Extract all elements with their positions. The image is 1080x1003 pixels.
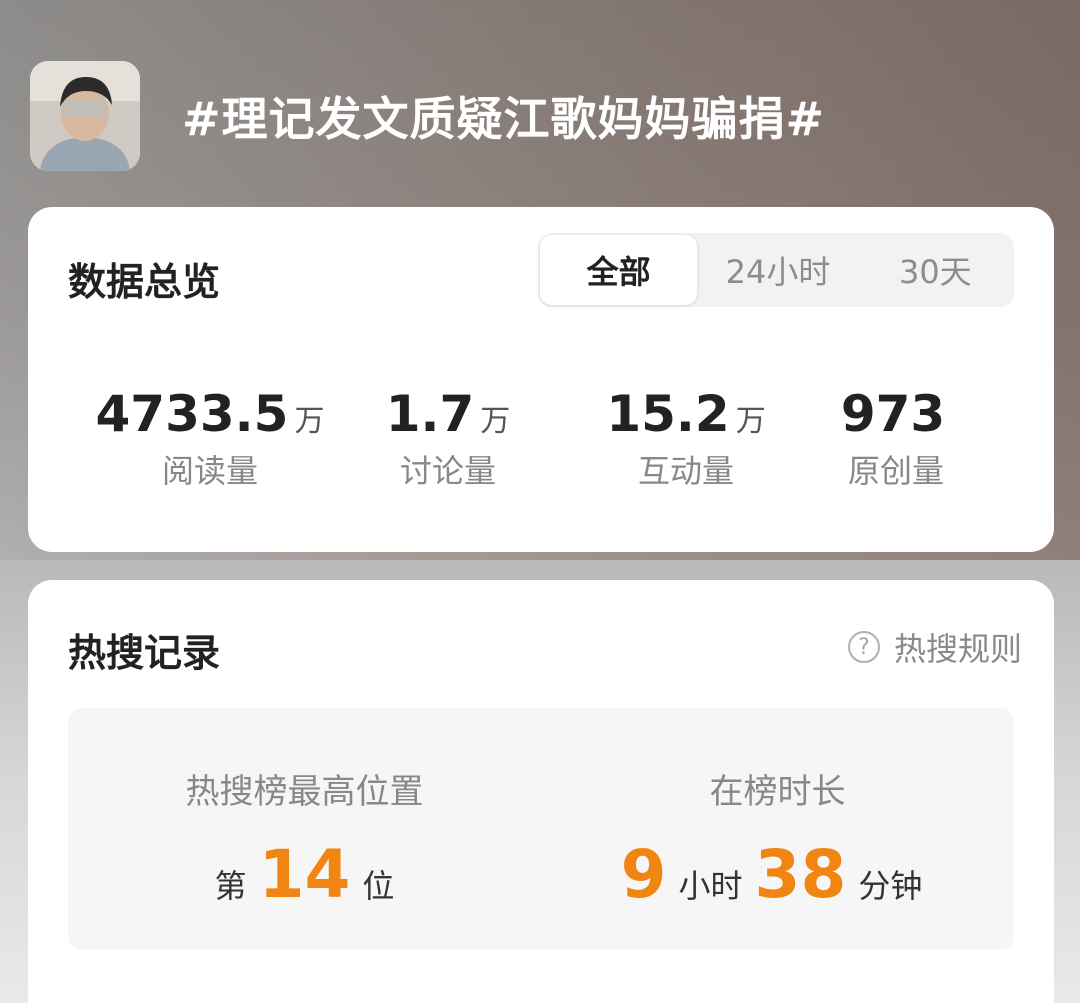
duration-hours: 9 bbox=[620, 836, 667, 913]
stat-discussions-label: 讨论量 bbox=[399, 452, 496, 490]
avatar-image bbox=[30, 60, 140, 171]
on-list-duration: 在榜时长 9 小时 38 分钟 bbox=[541, 708, 1014, 950]
stat-interactions: 15.2 万 互动量 bbox=[566, 387, 806, 492]
stat-discussions-unit: 万 bbox=[480, 404, 511, 439]
stat-reads-value-line: 4733.5 万 bbox=[90, 387, 330, 442]
stat-originals-value-line: 973 bbox=[776, 387, 1016, 442]
duration-minutes: 38 bbox=[754, 836, 847, 913]
stat-discussions-value-line: 1.7 万 bbox=[328, 387, 568, 442]
stat-interactions-label: 互动量 bbox=[637, 452, 734, 490]
stat-originals-value: 973 bbox=[840, 385, 946, 443]
stat-interactions-unit: 万 bbox=[735, 404, 766, 439]
peak-suffix: 位 bbox=[362, 867, 395, 905]
time-range-tabs: 全部 24小时 30天 bbox=[538, 233, 1014, 307]
overview-title: 数据总览 bbox=[68, 260, 221, 304]
tab-24h[interactable]: 24小时 bbox=[699, 233, 856, 307]
hot-search-summary: 热搜榜最高位置 第 14 位 在榜时长 9 小时 38 分钟 bbox=[68, 708, 1014, 950]
duration-hours-unit: 小时 bbox=[678, 867, 743, 905]
stat-reads-label: 阅读量 bbox=[161, 452, 258, 490]
hot-search-rules-label: 热搜规则 bbox=[893, 630, 1022, 668]
hot-search-card: 热搜记录 ? 热搜规则 热搜榜最高位置 第 14 位 在榜时长 9 小时 38 … bbox=[28, 580, 1054, 1003]
peak-position-label: 热搜榜最高位置 bbox=[185, 772, 424, 812]
duration-minutes-unit: 分钟 bbox=[858, 867, 923, 905]
stat-discussions-value: 1.7 bbox=[385, 385, 475, 443]
stat-reads-unit: 万 bbox=[294, 404, 325, 439]
stat-interactions-value: 15.2 bbox=[606, 385, 730, 443]
hot-search-rules-link[interactable]: ? 热搜规则 bbox=[847, 624, 1022, 670]
peak-prefix: 第 bbox=[214, 867, 247, 905]
peak-position-value-line: 第 14 位 bbox=[68, 836, 541, 913]
topic-header: #理记发文质疑江歌妈妈骗捐# bbox=[30, 58, 1050, 173]
avatar[interactable] bbox=[30, 60, 140, 171]
peak-value: 14 bbox=[258, 836, 351, 913]
stats-row: 4733.5 万 阅读量 1.7 万 讨论量 15.2 万 互动量 973 原创量 bbox=[28, 387, 1054, 497]
stat-originals: 973 原创量 bbox=[776, 387, 1016, 492]
duration-label: 在榜时长 bbox=[709, 772, 846, 812]
tab-30d[interactable]: 30天 bbox=[857, 233, 1014, 307]
question-circle-icon: ? bbox=[847, 631, 880, 663]
stat-reads-value: 4733.5 bbox=[95, 385, 289, 443]
stat-originals-label: 原创量 bbox=[847, 452, 944, 490]
topic-title[interactable]: #理记发文质疑江歌妈妈骗捐# bbox=[182, 83, 825, 149]
duration-value-line: 9 小时 38 分钟 bbox=[541, 836, 1014, 913]
stat-reads: 4733.5 万 阅读量 bbox=[90, 387, 330, 492]
tab-all[interactable]: 全部 bbox=[540, 235, 698, 305]
peak-position: 热搜榜最高位置 第 14 位 bbox=[68, 708, 541, 950]
overview-card: 数据总览 全部 24小时 30天 4733.5 万 阅读量 1.7 万 讨论量 15… bbox=[28, 207, 1054, 552]
stat-interactions-value-line: 15.2 万 bbox=[566, 387, 806, 442]
hot-search-title: 热搜记录 bbox=[68, 631, 221, 675]
stat-discussions: 1.7 万 讨论量 bbox=[328, 387, 568, 492]
